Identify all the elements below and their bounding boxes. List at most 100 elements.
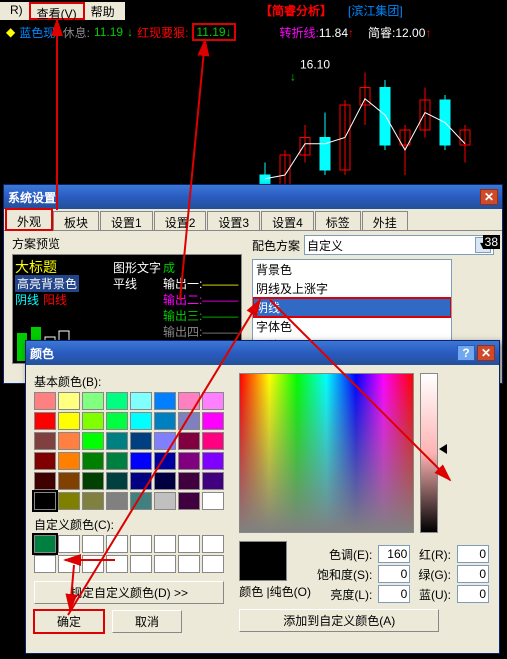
color-swatch[interactable] <box>154 492 176 510</box>
color-swatch[interactable] <box>202 432 224 450</box>
custom-color-swatch[interactable] <box>106 555 128 573</box>
slider-thumb-icon[interactable] <box>439 444 447 454</box>
side-value: 38 <box>483 235 500 249</box>
tab-设置3[interactable]: 设置3 <box>207 211 260 230</box>
color-swatch[interactable] <box>106 432 128 450</box>
cancel-button[interactable]: 取消 <box>112 610 182 633</box>
color-swatch[interactable] <box>178 472 200 490</box>
color-swatch[interactable] <box>58 412 80 430</box>
add-to-custom-button[interactable]: 添加到自定义颜色(A) <box>239 609 439 632</box>
ok-button[interactable]: 确定 <box>34 610 104 633</box>
color-swatch[interactable] <box>202 472 224 490</box>
color-swatch[interactable] <box>106 472 128 490</box>
scheme-item[interactable]: 背景色 <box>253 260 451 279</box>
custom-color-swatch[interactable] <box>130 555 152 573</box>
color-swatch[interactable] <box>82 492 104 510</box>
color-swatch[interactable] <box>178 412 200 430</box>
color-swatch[interactable] <box>58 492 80 510</box>
custom-color-swatch[interactable] <box>34 535 56 553</box>
custom-color-swatch[interactable] <box>82 535 104 553</box>
color-swatch[interactable] <box>34 392 56 410</box>
solid-color-label[interactable]: 颜色 |纯色(O) <box>239 583 311 600</box>
custom-color-swatch[interactable] <box>58 535 80 553</box>
color-swatch[interactable] <box>130 432 152 450</box>
color-swatch[interactable] <box>34 412 56 430</box>
color-swatch[interactable] <box>82 392 104 410</box>
color-swatch[interactable] <box>34 492 56 510</box>
color-swatch[interactable] <box>178 392 200 410</box>
tab-设置2[interactable]: 设置2 <box>154 211 207 230</box>
color-swatch[interactable] <box>106 392 128 410</box>
color-swatch[interactable] <box>106 412 128 430</box>
color-swatch[interactable] <box>154 412 176 430</box>
sat-input[interactable] <box>378 565 410 583</box>
color-swatch[interactable] <box>130 492 152 510</box>
color-swatch[interactable] <box>130 452 152 470</box>
define-custom-button[interactable]: 规定自定义颜色(D) >> <box>34 581 224 604</box>
hue-input[interactable] <box>378 545 410 563</box>
tab-设置4[interactable]: 设置4 <box>261 211 314 230</box>
color-swatch[interactable] <box>202 452 224 470</box>
color-swatch[interactable] <box>178 452 200 470</box>
custom-color-swatch[interactable] <box>154 535 176 553</box>
color-swatch[interactable] <box>58 452 80 470</box>
help-icon[interactable]: ? <box>457 345 475 361</box>
luminance-slider[interactable] <box>420 373 438 533</box>
color-swatch[interactable] <box>130 412 152 430</box>
custom-color-swatch[interactable] <box>202 555 224 573</box>
color-swatch[interactable] <box>82 472 104 490</box>
custom-color-swatch[interactable] <box>130 535 152 553</box>
hue-sat-picker[interactable] <box>239 373 414 533</box>
custom-color-swatch[interactable] <box>202 535 224 553</box>
color-swatch[interactable] <box>34 432 56 450</box>
color-swatch[interactable] <box>202 412 224 430</box>
color-swatch[interactable] <box>154 472 176 490</box>
color-swatch[interactable] <box>34 452 56 470</box>
color-swatch[interactable] <box>82 412 104 430</box>
tab-板块[interactable]: 板块 <box>53 211 99 230</box>
custom-color-swatch[interactable] <box>106 535 128 553</box>
dialog-titlebar[interactable]: 系统设置 ✕ <box>4 185 502 209</box>
blue-input[interactable] <box>457 585 489 603</box>
menu-item[interactable]: R) <box>4 2 29 20</box>
tab-标签[interactable]: 标签 <box>315 211 361 230</box>
color-swatch[interactable] <box>154 452 176 470</box>
custom-color-swatch[interactable] <box>178 555 200 573</box>
color-swatch[interactable] <box>178 492 200 510</box>
tab-外观[interactable]: 外观 <box>6 209 52 230</box>
red-input[interactable] <box>457 545 489 563</box>
scheme-item[interactable]: 阴线及上涨字 <box>253 279 451 298</box>
color-swatch[interactable] <box>58 392 80 410</box>
color-swatch[interactable] <box>154 432 176 450</box>
menu-view[interactable]: 查看(V) <box>29 2 85 20</box>
lum-input[interactable] <box>378 585 410 603</box>
color-swatch[interactable] <box>202 492 224 510</box>
color-swatch[interactable] <box>82 432 104 450</box>
menu-help[interactable]: 帮助 <box>85 2 121 20</box>
color-swatch[interactable] <box>154 392 176 410</box>
custom-color-swatch[interactable] <box>154 555 176 573</box>
color-swatch[interactable] <box>130 472 152 490</box>
scheme-item[interactable]: 阴线 <box>253 298 451 317</box>
color-swatch[interactable] <box>178 432 200 450</box>
scheme-item[interactable]: 字体色 <box>253 317 451 336</box>
tab-设置1[interactable]: 设置1 <box>100 211 153 230</box>
color-swatch[interactable] <box>34 472 56 490</box>
close-icon[interactable]: ✕ <box>477 345 495 361</box>
close-icon[interactable]: ✕ <box>480 189 498 205</box>
scheme-dropdown[interactable]: 自定义 ▾ <box>304 235 494 255</box>
color-swatch[interactable] <box>58 432 80 450</box>
green-input[interactable] <box>457 565 489 583</box>
custom-color-swatch[interactable] <box>58 555 80 573</box>
tab-外挂[interactable]: 外挂 <box>362 211 408 230</box>
color-swatch[interactable] <box>106 492 128 510</box>
custom-color-swatch[interactable] <box>82 555 104 573</box>
custom-color-swatch[interactable] <box>34 555 56 573</box>
color-swatch[interactable] <box>202 392 224 410</box>
custom-color-swatch[interactable] <box>178 535 200 553</box>
color-swatch[interactable] <box>130 392 152 410</box>
color-swatch[interactable] <box>58 472 80 490</box>
color-swatch[interactable] <box>106 452 128 470</box>
color-dialog-titlebar[interactable]: 颜色 ? ✕ <box>26 341 499 365</box>
color-swatch[interactable] <box>82 452 104 470</box>
